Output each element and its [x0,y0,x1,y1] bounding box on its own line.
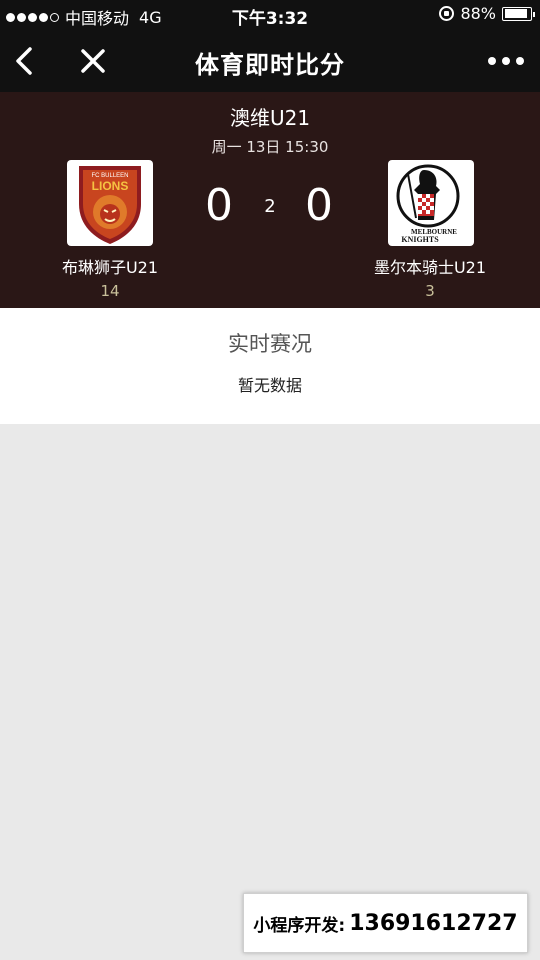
battery-icon [502,6,535,21]
battery-percent: 88% [460,4,496,23]
rotation-lock-icon [439,6,455,21]
away-score: 0 [305,180,333,231]
empty-state-text: 暂无数据 [237,376,302,395]
more-button[interactable] [486,44,526,78]
live-section-title: 实时赛况 [228,332,312,356]
away-team-rank: 3 [425,282,435,300]
match-header: 澳维U21 周一 13日 15:30 FC BULLEEN LIONS 布琳狮子… [0,92,540,308]
league-name: 澳维U21 [229,106,311,130]
status-bar: 中国移动 4G 下午3:32 88% [0,0,540,30]
home-team-rank: 14 [100,282,120,300]
svg-text:KNIGHTS: KNIGHTS [401,235,439,244]
away-team-name[interactable]: 墨尔本骑士U21 [340,254,520,278]
nav-bar: 体育即时比分 [0,30,540,92]
more-dots-icon [488,57,524,65]
promo-phone: 13691612727 [349,910,518,936]
home-team-name[interactable]: 布琳狮子U21 [20,254,200,278]
knights-crest-icon: MELBOURNE KNIGHTS [396,164,460,244]
live-events-panel: 实时赛况 暂无数据 [0,308,540,424]
away-team-logo: MELBOURNE KNIGHTS [388,160,474,246]
promo-label: 小程序开发: [253,915,346,936]
page-title: 体育即时比分 [195,51,345,79]
svg-text:LIONS: LIONS [92,179,129,193]
match-datetime: 周一 13日 15:30 [211,138,329,156]
status-right: 88% [439,4,535,23]
promo-banner[interactable]: 小程序开发: 13691612727 [243,893,528,953]
